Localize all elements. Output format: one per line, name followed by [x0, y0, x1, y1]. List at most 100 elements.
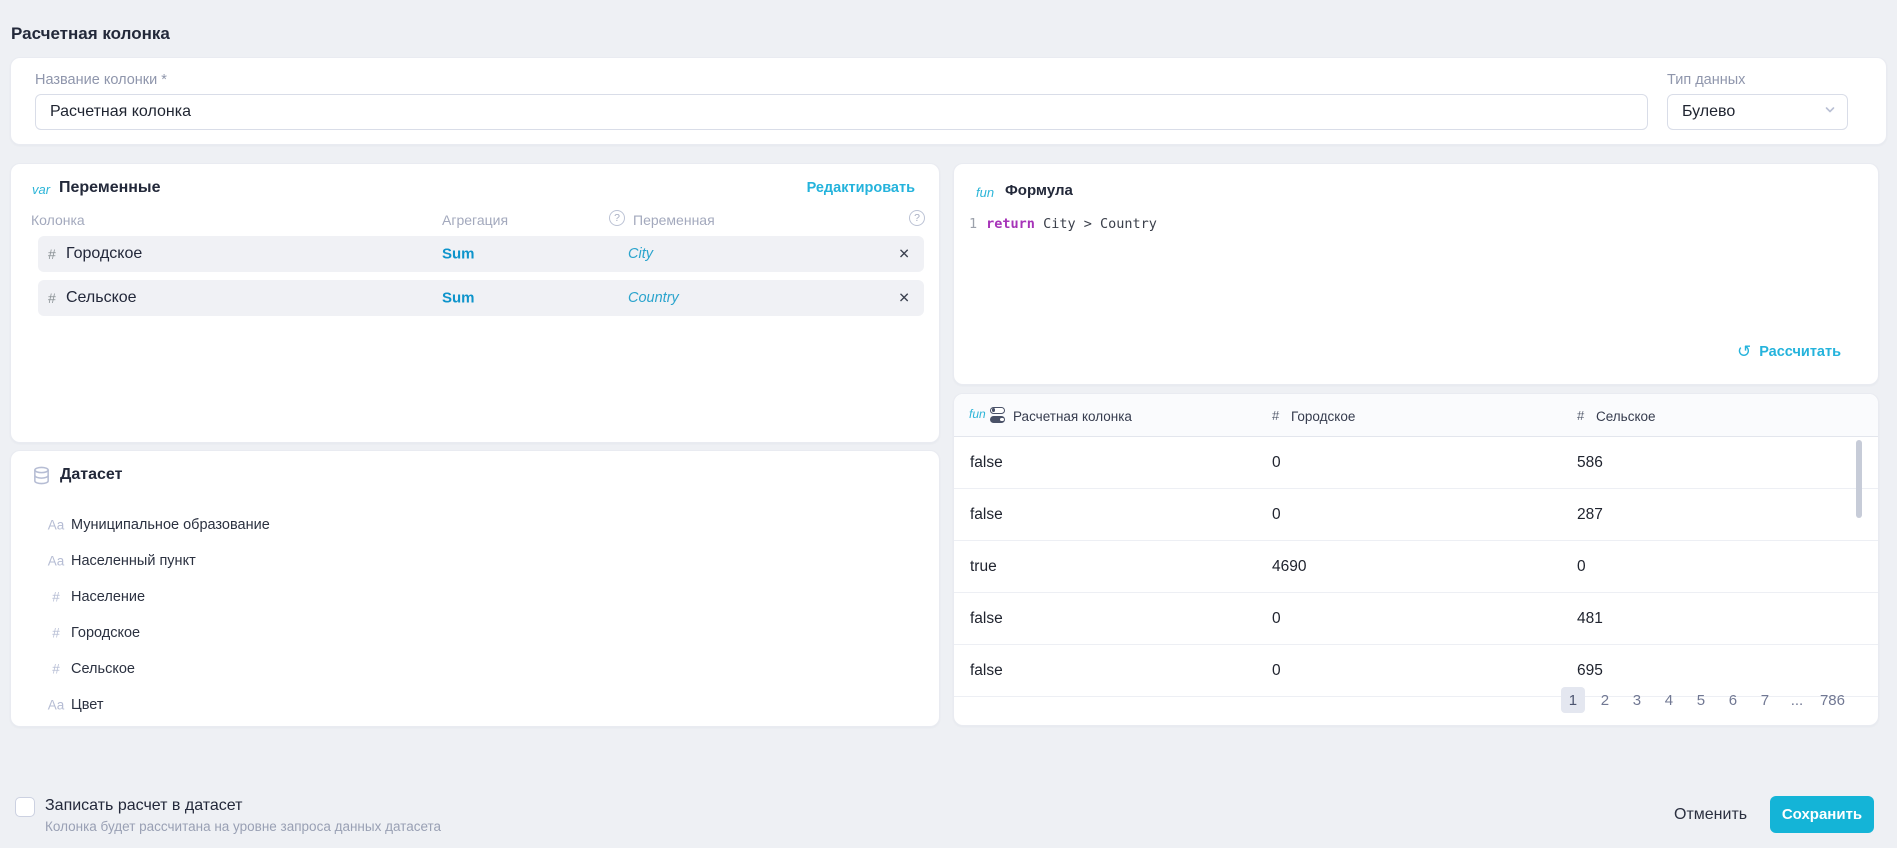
page-button-3[interactable]: 3	[1625, 687, 1649, 713]
code-expression-text: City > Country	[1043, 216, 1157, 232]
calculate-label: Рассчитать	[1759, 344, 1841, 360]
page-title: Расчетная колонка	[11, 24, 170, 44]
dataset-title: Датасет	[60, 466, 122, 484]
gorodskoe-value: 0	[1272, 662, 1281, 680]
dataset-field[interactable]: Aa Цвет	[11, 690, 939, 720]
selskoe-value: 586	[1577, 454, 1603, 472]
number-type-icon: #	[48, 290, 56, 306]
table-row: false 0 481	[954, 593, 1878, 645]
calc-value: false	[970, 610, 1003, 628]
selskoe-value: 481	[1577, 610, 1603, 628]
calc-value: false	[970, 506, 1003, 524]
selskoe-value: 695	[1577, 662, 1603, 680]
preview-table-header: fun Расчетная колонка # Городское # Сель…	[954, 394, 1878, 437]
variables-title: Переменные	[59, 179, 160, 197]
number-type-icon: #	[1272, 408, 1279, 423]
write-to-dataset-hint: Колонка будет рассчитана на уровне запро…	[45, 819, 441, 834]
table-row: false 0 287	[954, 489, 1878, 541]
column-settings-card: Название колонки * Тип данных Булево	[10, 57, 1887, 145]
write-to-dataset-label: Записать расчет в датасет	[45, 797, 242, 815]
variable-row: # Сельское Sum Country ✕	[38, 280, 924, 316]
dataset-field[interactable]: # Сельское	[11, 654, 939, 684]
dataset-field-name: Цвет	[71, 697, 104, 713]
number-type-icon: #	[48, 246, 56, 262]
variable-help-icon[interactable]: ?	[609, 210, 625, 226]
page-button-last[interactable]: 786	[1817, 687, 1848, 713]
preview-table-panel: fun Расчетная колонка # Городское # Сель…	[953, 393, 1879, 726]
data-type-label: Тип данных	[1667, 72, 1745, 88]
data-type-value: Булево	[1682, 103, 1735, 121]
gorodskoe-value: 4690	[1272, 558, 1306, 576]
boolean-type-icon	[990, 407, 1006, 423]
cancel-button[interactable]: Отменить	[1666, 802, 1755, 828]
text-type-icon: Aa	[44, 698, 68, 713]
dataset-field-name: Население	[71, 589, 145, 605]
pagination: 1 2 3 4 5 6 7 ... 786	[1561, 687, 1848, 713]
column-name-label: Название колонки *	[35, 72, 167, 88]
calc-value: false	[970, 454, 1003, 472]
selskoe-value: 287	[1577, 506, 1603, 524]
formula-panel: fun Формула 1return City > Country ↺ Рас…	[953, 163, 1879, 385]
formula-title: Формула	[1005, 182, 1073, 199]
page-button-4[interactable]: 4	[1657, 687, 1681, 713]
aggregation-value[interactable]: Sum	[442, 246, 475, 263]
dataset-panel: Датасет Aa Муниципальное образование Aa …	[10, 450, 940, 727]
variable-row: # Городское Sum City ✕	[38, 236, 924, 272]
fun-tag-icon: fun	[969, 407, 986, 421]
column-header-column: Колонка	[31, 212, 85, 228]
refresh-icon: ↺	[1737, 343, 1751, 360]
calc-column-header: Расчетная колонка	[1013, 409, 1132, 424]
calc-value: false	[970, 662, 1003, 680]
dataset-field-name: Муниципальное образование	[71, 517, 270, 533]
calculate-button[interactable]: ↺ Рассчитать	[1737, 343, 1841, 360]
number-type-icon: #	[44, 626, 68, 641]
column-header-aggregation: Агрегация	[442, 212, 508, 228]
column-name-input[interactable]	[35, 94, 1648, 130]
variable-name[interactable]: Country	[628, 290, 679, 306]
data-type-select[interactable]: Булево	[1667, 94, 1848, 130]
gorodskoe-value: 0	[1272, 454, 1281, 472]
remove-variable-icon[interactable]: ✕	[898, 290, 910, 307]
gorodskoe-column-header: Городское	[1291, 409, 1355, 424]
variable-name[interactable]: City	[628, 246, 653, 262]
text-type-icon: Aa	[44, 518, 68, 533]
formula-code-editor[interactable]: 1return City > Country	[969, 216, 1157, 232]
table-row: false 0 586	[954, 437, 1878, 489]
code-keyword: return	[986, 216, 1035, 232]
page-button-2[interactable]: 2	[1593, 687, 1617, 713]
chevron-down-icon	[1823, 103, 1837, 122]
table-row: true 4690 0	[954, 541, 1878, 593]
code-expression	[1035, 216, 1043, 232]
text-type-icon: Aa	[44, 554, 68, 569]
page-button-6[interactable]: 6	[1721, 687, 1745, 713]
dataset-field[interactable]: Aa Муниципальное образование	[11, 510, 939, 540]
write-to-dataset-checkbox[interactable]	[15, 797, 35, 817]
page-button-7[interactable]: 7	[1753, 687, 1777, 713]
edit-variables-button[interactable]: Редактировать	[807, 180, 915, 196]
variable-column-name: Городское	[66, 245, 142, 263]
gorodskoe-value: 0	[1272, 506, 1281, 524]
row-help-icon[interactable]: ?	[909, 210, 925, 226]
remove-variable-icon[interactable]: ✕	[898, 246, 910, 263]
number-type-icon: #	[1577, 408, 1584, 423]
variable-column-name: Сельское	[66, 289, 137, 307]
dataset-field[interactable]: # Население	[11, 582, 939, 612]
number-type-icon: #	[44, 590, 68, 605]
dataset-field-name: Сельское	[71, 661, 135, 677]
database-icon	[32, 466, 51, 490]
save-button[interactable]: Сохранить	[1770, 796, 1874, 833]
variables-panel: var Переменные Редактировать Колонка Агр…	[10, 163, 940, 443]
gorodskoe-value: 0	[1272, 610, 1281, 628]
table-scrollbar[interactable]	[1856, 440, 1862, 518]
dataset-field-name: Городское	[71, 625, 140, 641]
dataset-field[interactable]: # Городское	[11, 618, 939, 648]
column-header-variable: Переменная	[633, 212, 715, 228]
page-button-1[interactable]: 1	[1561, 687, 1585, 713]
dataset-field[interactable]: Aa Населенный пункт	[11, 546, 939, 576]
var-tag-icon: var	[32, 182, 50, 197]
page-button-5[interactable]: 5	[1689, 687, 1713, 713]
aggregation-value[interactable]: Sum	[442, 290, 475, 307]
pagination-ellipsis: ...	[1785, 687, 1809, 713]
dataset-field-name: Населенный пункт	[71, 553, 196, 569]
fun-tag-icon: fun	[976, 185, 994, 200]
